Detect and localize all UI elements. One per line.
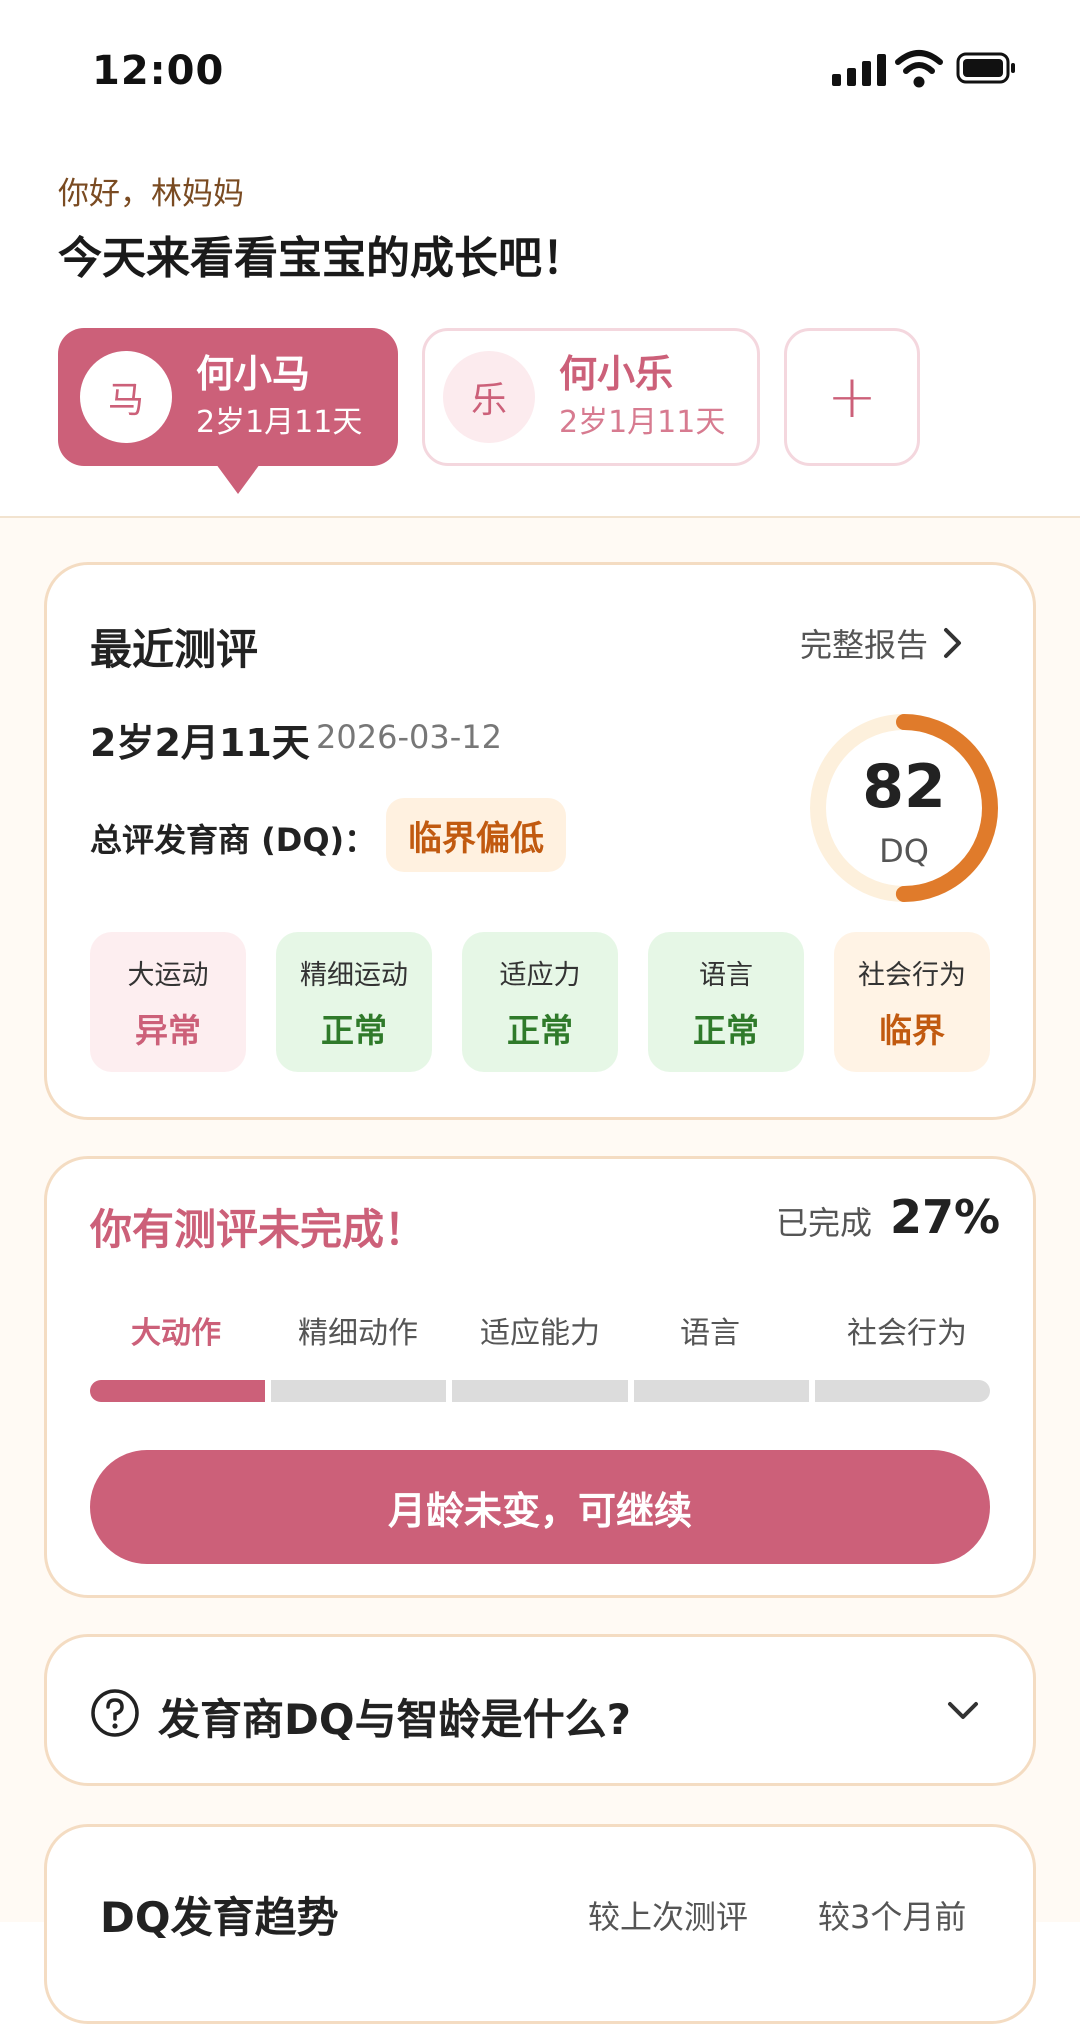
- dq-label: 总评发育商 (DQ)：: [90, 821, 377, 859]
- child-age: 2岁1月11天: [559, 405, 726, 440]
- faq-question[interactable]: 发育商DQ与智龄是什么?: [158, 1686, 631, 1747]
- domain-status: 正常: [321, 1010, 387, 1050]
- child-avatar: 马: [80, 351, 172, 443]
- progress-segment: [452, 1380, 628, 1402]
- step-fine-motor[interactable]: 精细动作: [272, 1308, 444, 1352]
- child-avatar: 乐: [443, 351, 535, 443]
- domain-gross-motor[interactable]: 大运动 异常: [90, 932, 246, 1072]
- progress-segment: [814, 1380, 991, 1402]
- full-report-label: 完整报告: [800, 626, 929, 664]
- step-adaptive[interactable]: 适应能力: [454, 1308, 626, 1352]
- battery-icon: [956, 52, 1015, 84]
- domain-status: 异常: [135, 1010, 201, 1050]
- question-circle-icon: [91, 1689, 139, 1737]
- assessment-date: 2026-03-12: [316, 718, 502, 756]
- full-report-link[interactable]: 完整报告: [800, 620, 964, 666]
- domain-social[interactable]: 社会行为 临界: [834, 932, 990, 1072]
- child-name: 何小马: [196, 352, 311, 396]
- completed-percent: 27%: [890, 1190, 1001, 1244]
- child-tab[interactable]: 乐 何小乐 2岁1月11天: [422, 328, 760, 466]
- domain-label: 社会行为: [858, 959, 966, 991]
- step-social[interactable]: 社会行为: [818, 1308, 996, 1352]
- domain-label: 语言: [699, 959, 753, 991]
- trend-option-last[interactable]: 较上次测评: [588, 1892, 748, 1938]
- continue-assessment-button[interactable]: 月龄未变，可继续: [90, 1450, 990, 1564]
- domain-language[interactable]: 语言 正常: [648, 932, 804, 1072]
- add-child-button[interactable]: +: [784, 328, 920, 466]
- assessment-age: 2岁2月11天: [90, 721, 310, 765]
- dq-trend-title: DQ发育趋势: [100, 1893, 339, 1942]
- incomplete-title: 你有测评未完成！: [90, 1205, 427, 1254]
- greeting-text: 你好，林妈妈: [58, 176, 244, 212]
- completed-label: 已完成: [776, 1204, 873, 1242]
- domain-status: 正常: [507, 1010, 573, 1050]
- dq-unit: DQ: [879, 832, 929, 870]
- status-time: 12:00: [92, 48, 225, 94]
- domain-label: 大运动: [127, 959, 209, 991]
- domain-label: 精细运动: [300, 959, 408, 991]
- wifi-icon: [895, 50, 943, 88]
- plus-icon: +: [826, 362, 878, 432]
- step-language[interactable]: 语言: [624, 1308, 796, 1352]
- assessment-progress-bar: [90, 1380, 991, 1402]
- domain-label: 适应力: [499, 959, 581, 991]
- chevron-right-icon: [944, 628, 962, 658]
- progress-segment: [633, 1380, 809, 1402]
- child-name: 何小乐: [559, 352, 674, 396]
- child-tab-selected[interactable]: 马 何小马 2岁1月11天: [58, 328, 398, 494]
- greeting-headline: 今天来看看宝宝的成长吧！: [58, 233, 586, 284]
- child-age: 2岁1月11天: [196, 405, 363, 440]
- domain-status: 临界: [879, 1010, 945, 1050]
- domain-adaptive[interactable]: 适应力 正常: [462, 932, 618, 1072]
- chevron-down-icon[interactable]: [946, 1700, 980, 1722]
- dq-value: 82: [862, 752, 946, 822]
- domain-fine-motor[interactable]: 精细运动 正常: [276, 932, 432, 1072]
- recent-assessment-title: 最近测评: [90, 625, 259, 674]
- cellular-signal-icon: [832, 52, 886, 86]
- dq-level-badge: 临界偏低: [386, 798, 566, 872]
- domain-status: 正常: [693, 1010, 759, 1050]
- progress-segment: [90, 1380, 266, 1402]
- trend-option-3months[interactable]: 较3个月前: [818, 1892, 966, 1938]
- progress-segment: [271, 1380, 447, 1402]
- step-gross-motor[interactable]: 大动作: [90, 1308, 262, 1352]
